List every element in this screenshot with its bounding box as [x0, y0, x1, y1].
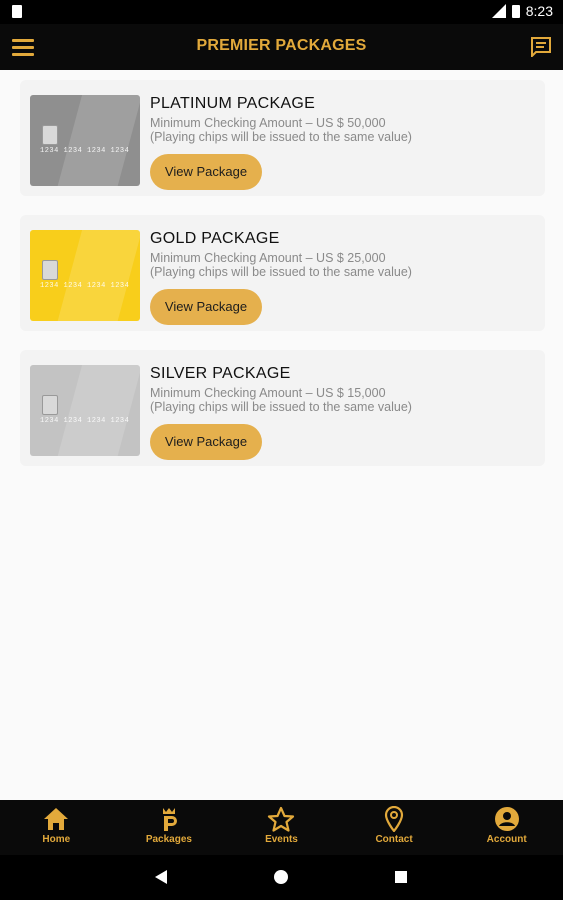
signal-icon	[491, 4, 506, 18]
package-card-silver: 1234 1234 1234 1234 SILVER PACKAGE Minim…	[20, 350, 545, 466]
nav-home[interactable]: Home	[0, 800, 113, 855]
package-note: (Playing chips will be issued to the sam…	[150, 265, 412, 279]
card-numbers: 1234 1234 1234 1234	[40, 282, 130, 290]
status-bar: 8:23	[0, 0, 563, 24]
package-min-amount: Minimum Checking Amount – US $ 25,000	[150, 251, 386, 265]
package-title: PLATINUM PACKAGE	[150, 95, 316, 112]
card-numbers: 1234 1234 1234 1234	[40, 417, 130, 425]
silver-card-image: 1234 1234 1234 1234	[30, 365, 140, 456]
view-package-button[interactable]: View Package	[150, 289, 262, 325]
package-card-gold: 1234 1234 1234 1234 GOLD PACKAGE Minimum…	[20, 215, 545, 331]
app-bar: PREMIER PACKAGES	[0, 24, 563, 70]
package-title: GOLD PACKAGE	[150, 230, 280, 247]
nav-label: Events	[265, 834, 298, 845]
package-min-amount: Minimum Checking Amount – US $ 50,000	[150, 116, 386, 130]
nav-label: Account	[486, 834, 527, 845]
card-numbers: 1234 1234 1234 1234	[40, 147, 130, 155]
package-list: 1234 1234 1234 1234 PLATINUM PACKAGE Min…	[0, 70, 563, 800]
view-package-button[interactable]: View Package	[150, 154, 262, 190]
gold-card-image: 1234 1234 1234 1234	[30, 230, 140, 321]
status-icons: 8:23	[491, 3, 553, 19]
card-chip-icon	[42, 125, 58, 145]
package-min-amount: Minimum Checking Amount – US $ 15,000	[150, 386, 386, 400]
back-icon[interactable]	[155, 870, 167, 884]
page-title: PREMIER PACKAGES	[196, 37, 367, 54]
home-button-icon[interactable]	[274, 870, 288, 884]
recent-apps-icon[interactable]	[395, 871, 407, 883]
package-note: (Playing chips will be issued to the sam…	[150, 400, 412, 414]
system-nav-bar	[0, 855, 563, 900]
package-note: (Playing chips will be issued to the sam…	[150, 130, 412, 144]
card-chip-icon	[42, 260, 58, 280]
location-pin-icon	[384, 806, 404, 832]
nav-events[interactable]: Events	[225, 800, 338, 855]
package-title: SILVER PACKAGE	[150, 365, 291, 382]
nav-label: Packages	[145, 834, 192, 845]
nav-contact[interactable]: Contact	[338, 800, 451, 855]
notification-icon	[12, 5, 22, 18]
package-card-platinum: 1234 1234 1234 1234 PLATINUM PACKAGE Min…	[20, 80, 545, 196]
nav-account[interactable]: Account	[450, 800, 563, 855]
card-chip-icon	[42, 395, 58, 415]
nav-packages[interactable]: Packages	[113, 800, 226, 855]
nav-label: Home	[42, 834, 71, 845]
nav-label: Contact	[375, 834, 413, 845]
view-package-button[interactable]: View Package	[150, 424, 262, 460]
star-icon	[268, 806, 295, 832]
home-icon	[44, 808, 69, 830]
packages-icon	[162, 808, 177, 831]
battery-icon	[511, 5, 520, 18]
account-icon	[494, 807, 519, 831]
platinum-card-image: 1234 1234 1234 1234	[30, 95, 140, 186]
status-time: 8:23	[525, 3, 553, 19]
chat-icon[interactable]	[531, 37, 551, 57]
bottom-nav: Home Packages Events Contact Account	[0, 800, 563, 855]
